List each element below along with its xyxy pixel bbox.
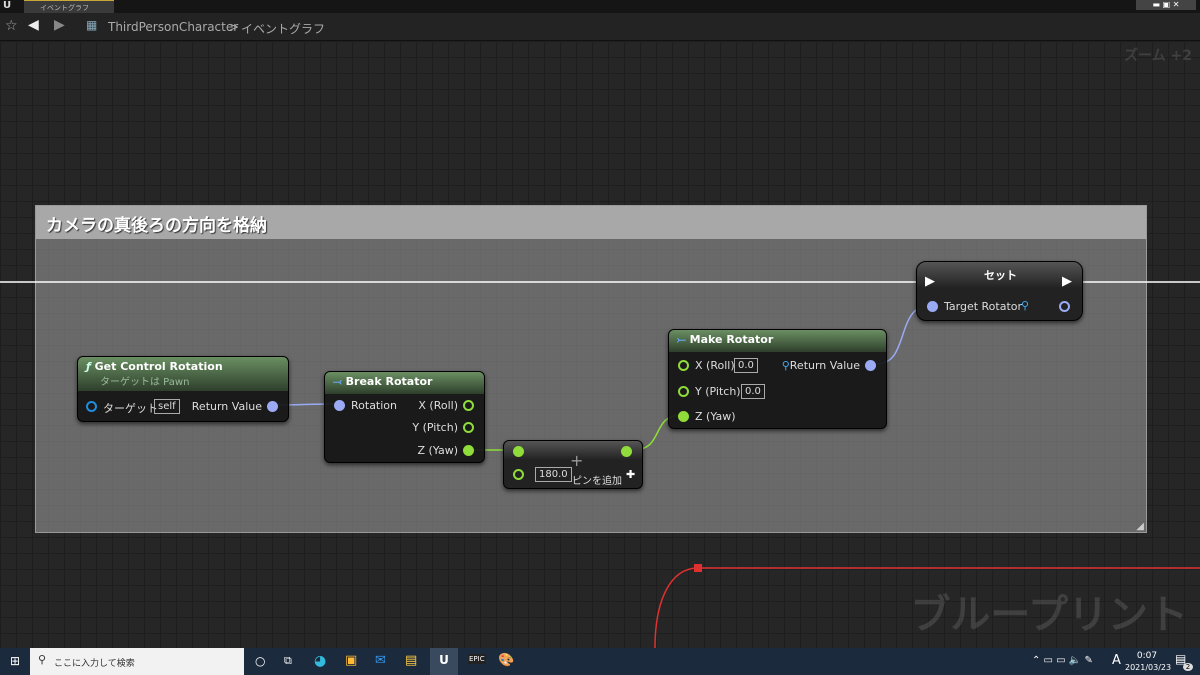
add-value-field[interactable]: 180.0 bbox=[535, 467, 572, 482]
pin-label: X (Roll) bbox=[418, 399, 458, 412]
wire-reroute-knot bbox=[694, 564, 702, 572]
rotation-pin[interactable] bbox=[334, 400, 345, 411]
add-pin-button[interactable]: ピンを追加 bbox=[572, 472, 622, 487]
exec-in-pin[interactable]: ▶ bbox=[925, 274, 935, 289]
paint-icon[interactable]: 🎨 bbox=[498, 653, 514, 668]
ime-indicator[interactable]: A bbox=[1112, 653, 1121, 668]
add-output-pin[interactable] bbox=[621, 446, 632, 457]
taskbar: ⊞ ⚲ ここに入力して検索 ○ ⧉ ◕ ▣ ✉ ▤ U EPIC 🎨 ⌃ ▭ ▭ … bbox=[0, 648, 1200, 675]
search-icon: ⚲ bbox=[38, 653, 47, 666]
y-pitch-pin[interactable] bbox=[463, 422, 474, 433]
window-controls[interactable]: ▬ ▣ ✕ bbox=[1136, 0, 1196, 10]
unreal-engine-icon[interactable]: U bbox=[430, 648, 458, 675]
clock-date[interactable]: 2021/03/23 bbox=[1125, 663, 1171, 672]
node-break-rotator[interactable]: ⤙ Break Rotator Rotation X (Roll) Y (Pit… bbox=[324, 371, 485, 463]
z-yaw-input-pin[interactable] bbox=[678, 411, 689, 422]
add-input-b-pin[interactable] bbox=[513, 469, 524, 480]
rotator-type-icon: ⚲ bbox=[781, 359, 790, 372]
mail-icon[interactable]: ✉ bbox=[375, 653, 386, 668]
z-yaw-pin[interactable] bbox=[463, 445, 474, 456]
node-title: Make Rotator bbox=[689, 333, 774, 346]
graph-icon: ▦ bbox=[86, 18, 98, 32]
y-pitch-input-pin[interactable] bbox=[678, 386, 689, 397]
node-title: Get Control Rotation bbox=[94, 360, 223, 373]
add-pin-plus-icon[interactable]: ✚ bbox=[626, 468, 635, 481]
pin-label: Y (Pitch) bbox=[695, 385, 741, 398]
return-value-pin[interactable] bbox=[865, 360, 876, 371]
x-roll-input-pin[interactable] bbox=[678, 360, 689, 371]
y-pitch-field[interactable]: 0.0 bbox=[741, 384, 765, 399]
file-explorer-icon[interactable]: ▤ bbox=[405, 653, 417, 668]
breadcrumb-root[interactable]: ThirdPersonCharacter bbox=[108, 20, 238, 34]
unreal-logo-icon: U bbox=[3, 0, 12, 11]
return-value-pin[interactable] bbox=[267, 401, 278, 412]
target-value-field[interactable]: self bbox=[154, 399, 180, 414]
forward-arrow-icon[interactable]: ▶ bbox=[54, 17, 65, 33]
break-icon: ⤙ bbox=[333, 375, 342, 388]
pin-label: X (Roll) bbox=[695, 359, 735, 372]
graph-canvas[interactable]: ズーム +2 カメラの真後ろの方向を格納 ◢ ƒ Get Control Rot… bbox=[0, 41, 1200, 648]
target-pin[interactable] bbox=[86, 401, 97, 412]
make-icon: ⤚ bbox=[677, 333, 686, 346]
breadcrumb-separator: > bbox=[229, 20, 240, 34]
breadcrumb-current[interactable]: イベントグラフ bbox=[241, 20, 325, 37]
pin-label: ⚲Return Value bbox=[781, 359, 860, 372]
node-add-float[interactable]: + 180.0 ピンを追加 ✚ bbox=[503, 440, 643, 489]
edge-icon[interactable]: ◕ bbox=[314, 653, 326, 669]
tab-event-graph[interactable]: イベントグラフ bbox=[24, 0, 114, 13]
node-title: Break Rotator bbox=[345, 375, 433, 388]
pin-label: Target Rotator bbox=[944, 300, 1023, 313]
pin-label: Return Value bbox=[191, 400, 262, 413]
clock-time[interactable]: 0:07 bbox=[1127, 651, 1167, 661]
cortana-icon[interactable]: ○ bbox=[255, 654, 265, 668]
toolbar: ☆ ◀ ▶ ▦ ThirdPersonCharacter > イベントグラフ bbox=[0, 13, 1200, 41]
pin-label: Y (Pitch) bbox=[412, 421, 458, 434]
wires bbox=[0, 281, 1200, 648]
store-icon[interactable]: ▣ bbox=[345, 653, 357, 668]
notification-count: 2 bbox=[1183, 663, 1193, 671]
pin-label: Rotation bbox=[351, 399, 398, 412]
add-input-a-pin[interactable] bbox=[513, 446, 524, 457]
taskbar-search[interactable]: ⚲ ここに入力して検索 bbox=[30, 648, 244, 675]
epic-games-icon[interactable]: EPIC bbox=[468, 654, 486, 664]
x-roll-pin[interactable] bbox=[463, 400, 474, 411]
exec-out-pin[interactable]: ▶ bbox=[1062, 274, 1072, 289]
task-view-icon[interactable]: ⧉ bbox=[284, 654, 292, 668]
rotator-type-icon: ⚲ bbox=[1021, 299, 1030, 312]
node-set[interactable]: セット ▶ ▶ Target Rotator ⚲ bbox=[916, 261, 1083, 321]
back-arrow-icon[interactable]: ◀ bbox=[28, 17, 39, 33]
node-make-rotator[interactable]: ⤚ Make Rotator X (Roll) 0.0 Y (Pitch) 0.… bbox=[668, 329, 887, 429]
node-subtitle: ターゲットは Pawn bbox=[100, 377, 190, 388]
node-get-control-rotation[interactable]: ƒ Get Control Rotation ターゲットは Pawn ターゲット … bbox=[77, 356, 289, 422]
pin-label: Z (Yaw) bbox=[695, 410, 736, 423]
set-output-pin[interactable] bbox=[1059, 301, 1070, 312]
tray-icons[interactable]: ⌃ ▭ ▭ 🔈 ✎ bbox=[1032, 655, 1093, 666]
pin-label: Z (Yaw) bbox=[417, 444, 458, 457]
windows-start-icon[interactable]: ⊞ bbox=[10, 654, 20, 668]
favorite-star-icon[interactable]: ☆ bbox=[5, 18, 18, 34]
blueprint-watermark: ブループリント bbox=[910, 592, 1188, 638]
pin-label: ターゲット bbox=[103, 402, 158, 415]
tab-bar: U イベントグラフ ▬ ▣ ✕ bbox=[0, 0, 1200, 13]
add-plus-icon: + bbox=[570, 451, 584, 470]
x-roll-field[interactable]: 0.0 bbox=[734, 358, 758, 373]
node-title: セット bbox=[984, 269, 1017, 282]
target-rotator-pin[interactable] bbox=[927, 301, 938, 312]
